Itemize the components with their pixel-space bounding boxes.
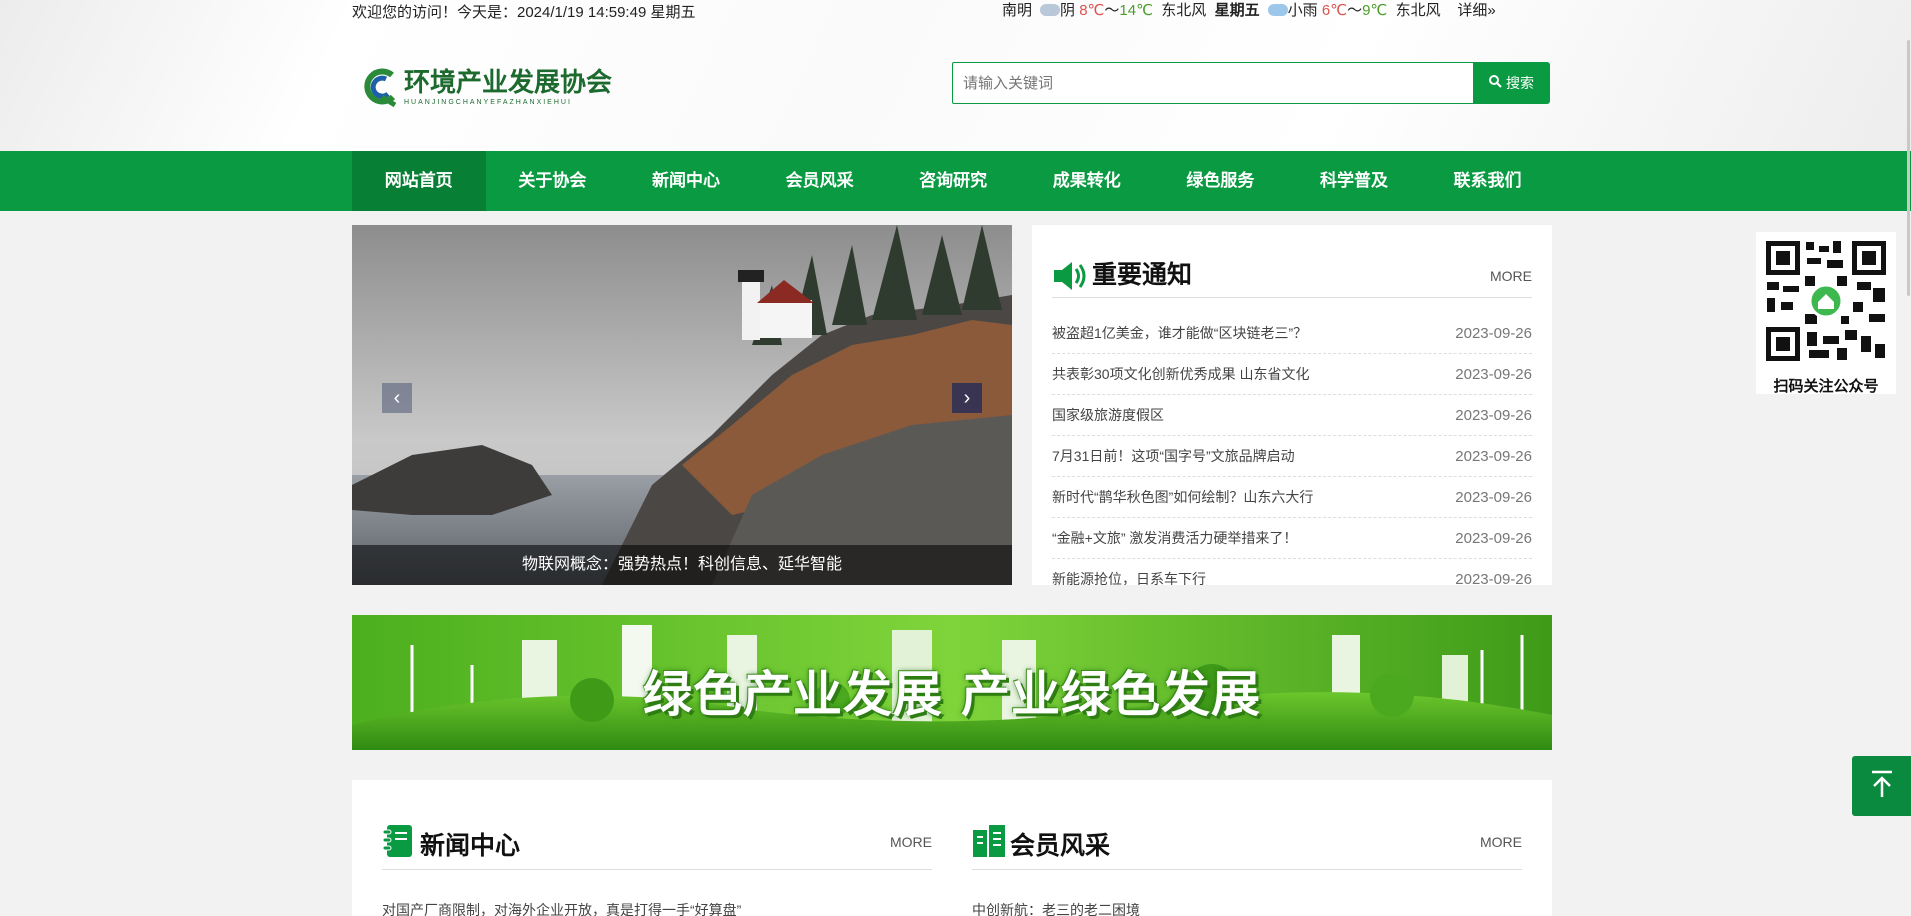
notice-item[interactable]: 新时代“鹊华秋色图”如何绘制？山东六大行 2023-09-26 <box>1052 477 1532 518</box>
notice-item-date: 2023-09-26 <box>1455 570 1532 586</box>
notice-item-title: 新能源抢位，日系车下行 <box>1052 571 1206 585</box>
tomorrow-temp-high: 6℃ <box>1321 2 1348 19</box>
notice-item-title: “金融+文旅” 激发消费活力硬举措来了！ <box>1052 530 1298 546</box>
notice-item[interactable]: 被盗超1亿美金，谁才能做“区块链老三”？ 2023-09-26 <box>1052 313 1532 354</box>
notice-item-date: 2023-09-26 <box>1455 324 1532 342</box>
building-icon <box>972 824 1006 863</box>
welcome-text: 欢迎您的访问！今天是：2024/1/19 14:59:49 星期五 <box>352 4 696 21</box>
page-scrollbar-thumb[interactable] <box>1907 40 1910 296</box>
search-button-label: 搜索 <box>1506 75 1534 91</box>
members-more-link[interactable]: MORE <box>1480 834 1522 850</box>
notice-more-link[interactable]: MORE <box>1490 268 1532 284</box>
notice-item-date: 2023-09-26 <box>1455 365 1532 383</box>
temp-separator: ～ <box>1347 2 1363 19</box>
notice-panel: 重要通知 MORE 被盗超1亿美金，谁才能做“区块链老三”？ 2023-09-26… <box>1032 225 1552 585</box>
nav-item-achievements[interactable]: 成果转化 <box>1020 151 1154 211</box>
today-weather: 阴 <box>1060 2 1076 19</box>
notice-item-title: 7月31日前！这项“国字号”文旅品牌启动 <box>1052 448 1295 464</box>
notice-header: 重要通知 MORE <box>1052 258 1532 298</box>
members-title: 会员风采 <box>1010 832 1111 860</box>
tomorrow-label: 星期五 <box>1214 2 1260 19</box>
notice-title: 重要通知 <box>1092 261 1193 289</box>
logo-mark-icon <box>362 67 400 108</box>
content-panels: 新闻中心 MORE 对国产厂商限制，对海外企业开放，真是打得一手“好算盘” 会员… <box>352 780 1552 916</box>
nav-item-about[interactable]: 关于协会 <box>486 151 620 211</box>
temp-separator: ～ <box>1104 2 1120 19</box>
nav-item-members[interactable]: 会员风采 <box>753 151 887 211</box>
qr-code-box: 扫码关注公众号 <box>1756 232 1896 395</box>
news-more-link[interactable]: MORE <box>890 834 932 850</box>
weather-city: 南明 <box>1002 2 1033 19</box>
today-temp-low: 14℃ <box>1119 2 1153 19</box>
notice-item-date: 2023-09-26 <box>1455 529 1532 547</box>
back-to-top-button[interactable] <box>1852 756 1911 816</box>
notice-item[interactable]: “金融+文旅” 激发消费活力硬举措来了！ 2023-09-26 <box>1052 518 1532 559</box>
notice-item-title: 新时代“鹊华秋色图”如何绘制？山东六大行 <box>1052 489 1314 505</box>
tomorrow-weather: 小雨 <box>1287 2 1318 19</box>
members-panel: 会员风采 MORE 中创新航：老三的老二困境 <box>972 820 1522 916</box>
tomorrow-temp-low: 9℃ <box>1362 2 1388 19</box>
weather-detail-link[interactable]: 详细» <box>1457 2 1495 19</box>
logo-subtitle: HUANJINGCHANYEFAZHANXIEHUI <box>404 98 572 106</box>
arrow-up-icon <box>1869 769 1895 804</box>
search-icon <box>1489 75 1502 91</box>
speaker-icon <box>1052 260 1088 297</box>
search-button[interactable]: 搜索 <box>1473 62 1550 104</box>
green-banner[interactable]: 绿色产业发展 产业绿色发展 <box>352 615 1552 750</box>
notice-item-date: 2023-09-26 <box>1455 488 1532 506</box>
notice-item[interactable]: 新能源抢位，日系车下行 2023-09-26 <box>1052 559 1532 586</box>
notice-item-date: 2023-09-26 <box>1455 406 1532 424</box>
notice-item-title: 国家级旅游度假区 <box>1052 407 1164 423</box>
notice-item[interactable]: 国家级旅游度假区 2023-09-26 <box>1052 395 1532 436</box>
news-title: 新闻中心 <box>420 832 521 860</box>
news-panel: 新闻中心 MORE 对国产厂商限制，对海外企业开放，真是打得一手“好算盘” <box>382 820 932 916</box>
slide-caption[interactable]: 物联网概念：强势热点！科创信息、延华智能 <box>352 545 1012 585</box>
rain-icon <box>1267 4 1288 16</box>
slide-lighthouse-image <box>352 225 1012 585</box>
nav-item-research[interactable]: 咨询研究 <box>886 151 1020 211</box>
notice-item-title: 共表彰30项文化创新优秀成果 山东省文化 <box>1052 366 1310 382</box>
notice-item-date: 2023-09-26 <box>1455 447 1532 465</box>
logo-title: 环境产业发展协会 <box>404 67 613 97</box>
main-nav: 网站首页 关于协会 新闻中心 会员风采 咨询研究 成果转化 绿色服务 科学普及 … <box>0 151 1911 211</box>
top-info-bar: 欢迎您的访问！今天是：2024/1/19 14:59:49 星期五 南明 阴 8℃… <box>352 0 1911 26</box>
nav-item-green-services[interactable]: 绿色服务 <box>1154 151 1288 211</box>
site-logo[interactable]: 环境产业发展协会 HUANJINGCHANYEFAZHANXIEHUI <box>362 64 612 110</box>
qr-code-icon <box>1761 236 1891 366</box>
weather-widget: 南明阴 8℃～14℃ 东北风 星期五 小雨 6℃～9℃ 东北风 详细» <box>1002 0 1496 24</box>
members-item[interactable]: 中创新航：老三的老二困境 <box>972 900 1522 916</box>
nav-item-contact[interactable]: 联系我们 <box>1421 151 1555 211</box>
notice-item[interactable]: 共表彰30项文化创新优秀成果 山东省文化 2023-09-26 <box>1052 354 1532 395</box>
nav-item-home[interactable]: 网站首页 <box>352 151 486 211</box>
notice-list: 被盗超1亿美金，谁才能做“区块链老三”？ 2023-09-26 共表彰30项文化创… <box>1052 313 1532 585</box>
notice-item-title: 被盗超1亿美金，谁才能做“区块链老三”？ <box>1052 325 1308 341</box>
cloudy-icon <box>1040 4 1061 16</box>
tomorrow-wind: 东北风 <box>1395 2 1441 19</box>
notice-item[interactable]: 7月31日前！这项“国字号”文旅品牌启动 2023-09-26 <box>1052 436 1532 477</box>
image-slider[interactable]: ‹ › 物联网概念：强势热点！科创信息、延华智能 <box>352 225 1012 585</box>
slider-prev-button[interactable]: ‹ <box>382 383 412 413</box>
slider-next-button[interactable]: › <box>952 383 982 413</box>
banner-slogan: 绿色产业发展 产业绿色发展 <box>642 666 1262 723</box>
notebook-icon <box>382 824 414 863</box>
nav-item-news[interactable]: 新闻中心 <box>619 151 753 211</box>
today-temp-high: 8℃ <box>1079 2 1105 19</box>
nav-item-science[interactable]: 科学普及 <box>1287 151 1421 211</box>
qr-caption: 扫码关注公众号 <box>1773 378 1879 395</box>
search-bar: 搜索 <box>952 62 1550 104</box>
search-input[interactable] <box>952 62 1473 104</box>
news-item[interactable]: 对国产厂商限制，对海外企业开放，真是打得一手“好算盘” <box>382 900 932 916</box>
today-wind: 东北风 <box>1161 2 1207 19</box>
